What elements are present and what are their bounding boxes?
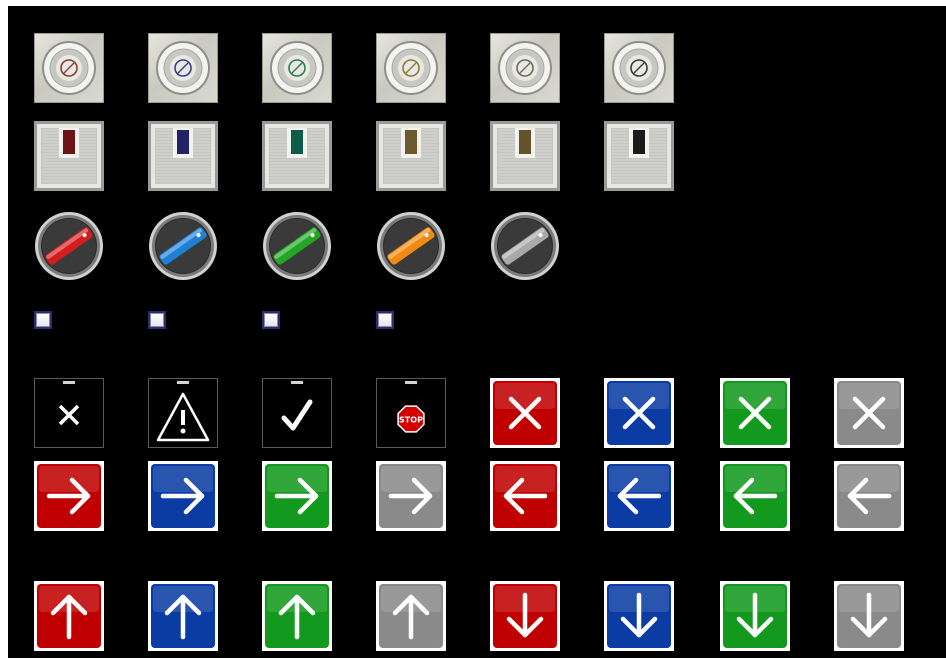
- arrow-up-icon: [262, 581, 332, 651]
- arrow-right-button-gray[interactable]: [376, 461, 446, 531]
- check-indicator-icon: [262, 378, 332, 448]
- arrow-down-button-gray[interactable]: [834, 581, 904, 651]
- arrow-down-button-green[interactable]: [720, 581, 790, 651]
- arrow-left-button-blue[interactable]: [604, 461, 674, 531]
- arrow-right-button-blue[interactable]: [148, 461, 218, 531]
- arrow-down-button-red[interactable]: [490, 581, 560, 651]
- arrow-down-button-blue[interactable]: [604, 581, 674, 651]
- pushbutton-yellow[interactable]: [376, 33, 446, 103]
- checkbox-1[interactable]: [34, 311, 52, 329]
- cross-indicator-icon: [34, 378, 104, 448]
- arrow-down-icon: [834, 581, 904, 651]
- checkbox-4[interactable]: [376, 311, 394, 329]
- square-button-black[interactable]: [604, 121, 674, 191]
- selector-blue[interactable]: [148, 211, 218, 281]
- square-button-yellow[interactable]: [376, 121, 446, 191]
- arrow-left-button-red[interactable]: [490, 461, 560, 531]
- arrow-up-button-gray[interactable]: [376, 581, 446, 651]
- close-button-green[interactable]: [720, 378, 790, 448]
- arrow-right-icon: [34, 461, 104, 531]
- checkbox-2[interactable]: [148, 311, 166, 329]
- arrow-down-icon: [604, 581, 674, 651]
- close-button-blue[interactable]: [604, 378, 674, 448]
- pushbutton-black[interactable]: [604, 33, 674, 103]
- pushbutton-green[interactable]: [262, 33, 332, 103]
- arrow-right-button-green[interactable]: [262, 461, 332, 531]
- stop-sign-label: STOP: [399, 416, 423, 425]
- arrow-up-icon: [34, 581, 104, 651]
- pushbutton-red[interactable]: [34, 33, 104, 103]
- arrow-right-icon: [148, 461, 218, 531]
- checkbox-3[interactable]: [262, 311, 280, 329]
- hmi-symbol-panel: STOP: [8, 6, 946, 658]
- arrow-left-icon: [604, 461, 674, 531]
- arrow-down-icon: [720, 581, 790, 651]
- close-button-gray[interactable]: [834, 378, 904, 448]
- close-icon: [490, 378, 560, 448]
- square-button-red[interactable]: [34, 121, 104, 191]
- arrow-left-icon: [834, 461, 904, 531]
- arrow-right-icon: [262, 461, 332, 531]
- close-icon: [720, 378, 790, 448]
- warning-indicator-icon: [148, 378, 218, 448]
- arrow-up-button-blue[interactable]: [148, 581, 218, 651]
- square-button-blue[interactable]: [148, 121, 218, 191]
- arrow-up-button-green[interactable]: [262, 581, 332, 651]
- selector-gray[interactable]: [490, 211, 560, 281]
- close-icon: [604, 378, 674, 448]
- pushbutton-olive[interactable]: [490, 33, 560, 103]
- selector-red[interactable]: [34, 211, 104, 281]
- selector-orange[interactable]: [376, 211, 446, 281]
- selector-green[interactable]: [262, 211, 332, 281]
- arrow-right-button-red[interactable]: [34, 461, 104, 531]
- arrow-left-icon: [490, 461, 560, 531]
- arrow-left-button-green[interactable]: [720, 461, 790, 531]
- close-icon: [834, 378, 904, 448]
- arrow-left-icon: [720, 461, 790, 531]
- arrow-right-icon: [376, 461, 446, 531]
- arrow-up-icon: [148, 581, 218, 651]
- arrow-up-button-red[interactable]: [34, 581, 104, 651]
- arrow-up-icon: [376, 581, 446, 651]
- square-button-olive[interactable]: [490, 121, 560, 191]
- stop-indicator-icon: STOP: [376, 378, 446, 448]
- pushbutton-blue[interactable]: [148, 33, 218, 103]
- close-button-red[interactable]: [490, 378, 560, 448]
- arrow-down-icon: [490, 581, 560, 651]
- arrow-left-button-gray[interactable]: [834, 461, 904, 531]
- square-button-green[interactable]: [262, 121, 332, 191]
